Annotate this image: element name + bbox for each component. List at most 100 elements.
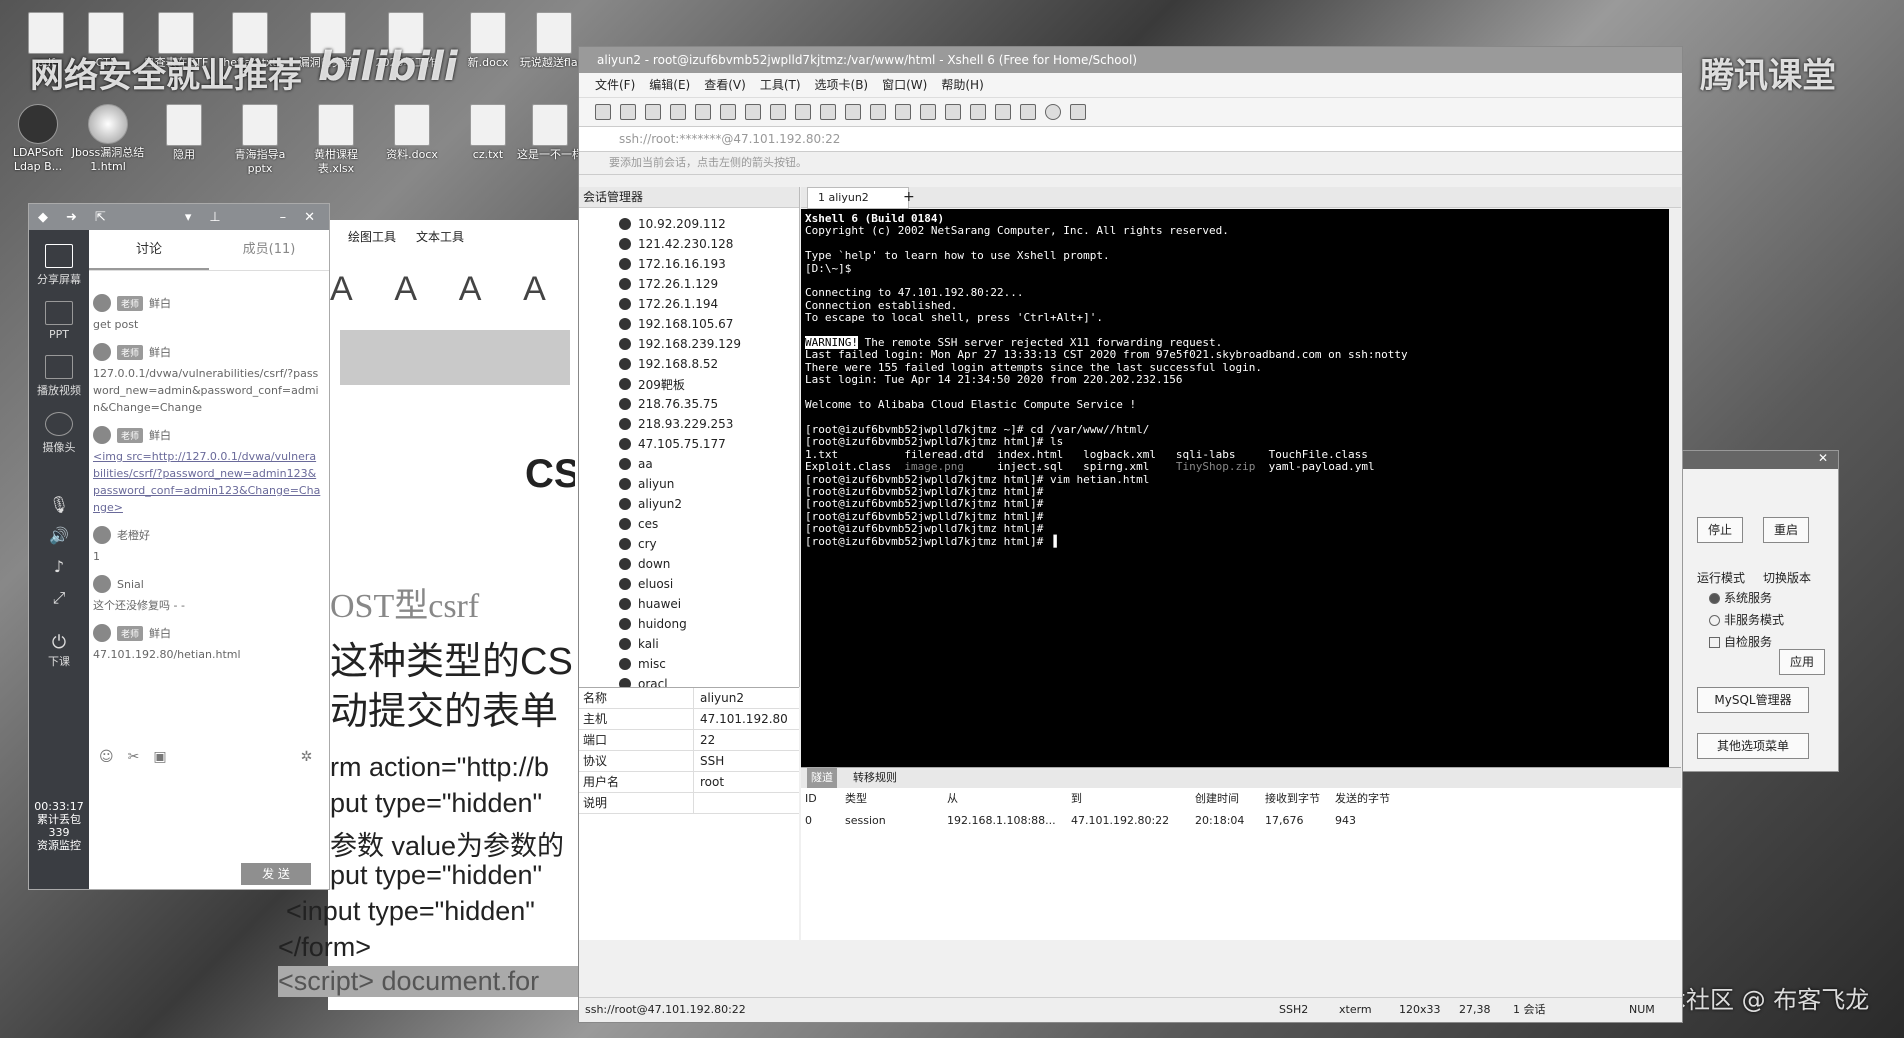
terminal-output[interactable]: Xshell 6 (Build 0184) Copyright (c) 2002… [801, 209, 1669, 767]
session-item[interactable]: kali [579, 634, 799, 654]
emoji-icon[interactable]: ☺ [99, 749, 114, 765]
session-item[interactable]: down [579, 554, 799, 574]
font-icon[interactable] [820, 104, 836, 120]
tab-tunnels[interactable]: 隧道 [807, 768, 837, 788]
minimize-icon[interactable]: – [280, 210, 287, 225]
session-item[interactable]: 172.26.1.194 [579, 294, 799, 314]
search-icon[interactable] [745, 104, 761, 120]
desktop-icon-hidden[interactable]: 隐用 [146, 104, 222, 162]
other-options-button[interactable]: 其他选项菜单 [1697, 733, 1809, 759]
open-folder-icon[interactable] [620, 104, 636, 120]
option-system-service[interactable]: 系统服务 [1709, 589, 1772, 606]
globe-icon[interactable] [795, 104, 811, 120]
menu-help[interactable]: 帮助(H) [941, 73, 983, 97]
option-non-service[interactable]: 非服务模式 [1709, 611, 1784, 628]
desktop-icon-pptx[interactable]: 青海指导a pptx [222, 104, 298, 176]
stop-button[interactable]: 停止 [1697, 517, 1743, 543]
session-item[interactable]: 209靶板 [579, 374, 799, 394]
session-item[interactable]: aliyun [579, 474, 799, 494]
tab-aliyun2[interactable]: 1 aliyun2 [807, 187, 909, 209]
print-icon[interactable] [770, 104, 786, 120]
close-icon[interactable]: ✕ [304, 210, 315, 225]
menu-edit[interactable]: 编辑(E) [649, 73, 690, 97]
chat-icon[interactable] [1070, 104, 1086, 120]
unlink-icon[interactable] [670, 104, 686, 120]
desktop-icon-jboss[interactable]: Jboss漏洞总结1.html [70, 104, 146, 174]
sidebar-item-video[interactable]: 播放视频 [29, 355, 89, 398]
end-class-button[interactable]: ⏻ 下课 [29, 632, 89, 669]
lock-icon[interactable] [920, 104, 936, 120]
xmanager-icon[interactable] [870, 104, 886, 120]
desktop-icon-docs[interactable]: 资料.docx [374, 104, 450, 162]
fullscreen-icon[interactable]: ⤢ [29, 588, 89, 608]
session-item[interactable]: 172.26.1.129 [579, 274, 799, 294]
dropdown-icon[interactable]: ▾ [185, 210, 192, 225]
link-icon[interactable] [645, 104, 661, 120]
sidebar-item-share-screen[interactable]: 分享屏幕 [29, 244, 89, 287]
session-item[interactable]: cry [579, 534, 799, 554]
session-item[interactable]: eluosi [579, 574, 799, 594]
session-item[interactable]: 192.168.8.52 [579, 354, 799, 374]
resource-monitor[interactable]: 资源监控 [30, 839, 88, 852]
chat-input[interactable] [93, 774, 329, 854]
menu-tools[interactable]: 工具(T) [760, 73, 801, 97]
session-item[interactable]: huawei [579, 594, 799, 614]
close-icon[interactable]: ✕ [1818, 451, 1828, 465]
session-item[interactable]: aa [579, 454, 799, 474]
xftp-icon[interactable] [845, 104, 861, 120]
fullscreen-icon[interactable] [895, 104, 911, 120]
address-bar[interactable]: ssh://root:*******@47.101.192.80:22 [579, 127, 1682, 152]
menu-tabs[interactable]: 选项卡(B) [815, 73, 869, 97]
help-icon[interactable] [1045, 104, 1061, 120]
menu-view[interactable]: 查看(V) [704, 73, 746, 97]
speaker-icon[interactable]: 🔊 [29, 526, 89, 545]
apply-button[interactable]: 应用 [1779, 649, 1825, 675]
new-session-icon[interactable] [595, 104, 611, 120]
mysql-manager-button[interactable]: MySQL管理器 [1697, 687, 1809, 713]
copy-icon[interactable] [720, 104, 736, 120]
tab-discussion[interactable]: 讨论 [89, 230, 209, 270]
desktop-icon-new-docx[interactable]: 新.docx [450, 12, 526, 70]
add-tab-icon[interactable]: + [903, 187, 915, 207]
session-item[interactable]: 192.168.105.67 [579, 314, 799, 334]
script-icon[interactable] [970, 104, 986, 120]
sidebar-item-ppt[interactable]: PPT [29, 301, 89, 341]
menu-window[interactable]: 窗口(W) [882, 73, 927, 97]
send-button[interactable]: 发 送 [241, 863, 311, 885]
sidebar-item-camera[interactable]: 摄像头 [29, 412, 89, 455]
session-item[interactable]: 172.16.16.193 [579, 254, 799, 274]
microphone-icon[interactable]: 🎙 [29, 495, 89, 514]
tab-members[interactable]: 成员(11) [209, 230, 329, 270]
terminal-scrollbar[interactable] [1669, 209, 1681, 767]
session-item[interactable]: 218.93.229.253 [579, 414, 799, 434]
desktop-icon-different[interactable]: 这是一不一样 [512, 104, 588, 162]
scissors-icon[interactable]: ✂ [128, 749, 140, 765]
pin-icon[interactable]: ◆ [38, 210, 48, 225]
switch-version-link[interactable]: 切换版本 [1763, 569, 1811, 586]
settings-icon[interactable]: ✲ [301, 749, 313, 765]
session-item[interactable]: 10.92.209.112 [579, 214, 799, 234]
music-icon[interactable]: ♪ [29, 557, 89, 576]
session-item[interactable]: huidong [579, 614, 799, 634]
session-item[interactable]: misc [579, 654, 799, 674]
session-item[interactable]: 218.76.35.75 [579, 394, 799, 414]
share-icon[interactable]: ⇱ [95, 210, 106, 225]
properties-icon[interactable] [695, 104, 711, 120]
desktop-icon-ldapsoft[interactable]: LDAPSoft Ldap B... [0, 104, 76, 174]
restart-button[interactable]: 重启 [1763, 517, 1809, 543]
text-tools-tab[interactable]: 文本工具 [416, 228, 464, 258]
compose-icon[interactable] [1020, 104, 1036, 120]
message-link[interactable]: <img src=http://127.0.0.1/dvwa/vulnerabi… [93, 448, 323, 516]
session-item[interactable]: 47.105.75.177 [579, 434, 799, 454]
arrow-icon[interactable]: ➜ [66, 210, 77, 225]
keyboard-icon[interactable] [945, 104, 961, 120]
drawing-tools-tab[interactable]: 绘图工具 [348, 228, 396, 258]
session-item[interactable]: 121.42.230.128 [579, 234, 799, 254]
option-self-check[interactable]: 自检服务 [1709, 633, 1772, 650]
layout-icon[interactable] [995, 104, 1011, 120]
desktop-icon-schedule[interactable]: 黄柑课程表.xlsx [298, 104, 374, 176]
session-item[interactable]: ces [579, 514, 799, 534]
tab-forwarding-rules[interactable]: 转移规则 [853, 768, 897, 788]
pushpin-icon[interactable]: ⊥ [209, 210, 220, 225]
session-item[interactable]: 192.168.239.129 [579, 334, 799, 354]
